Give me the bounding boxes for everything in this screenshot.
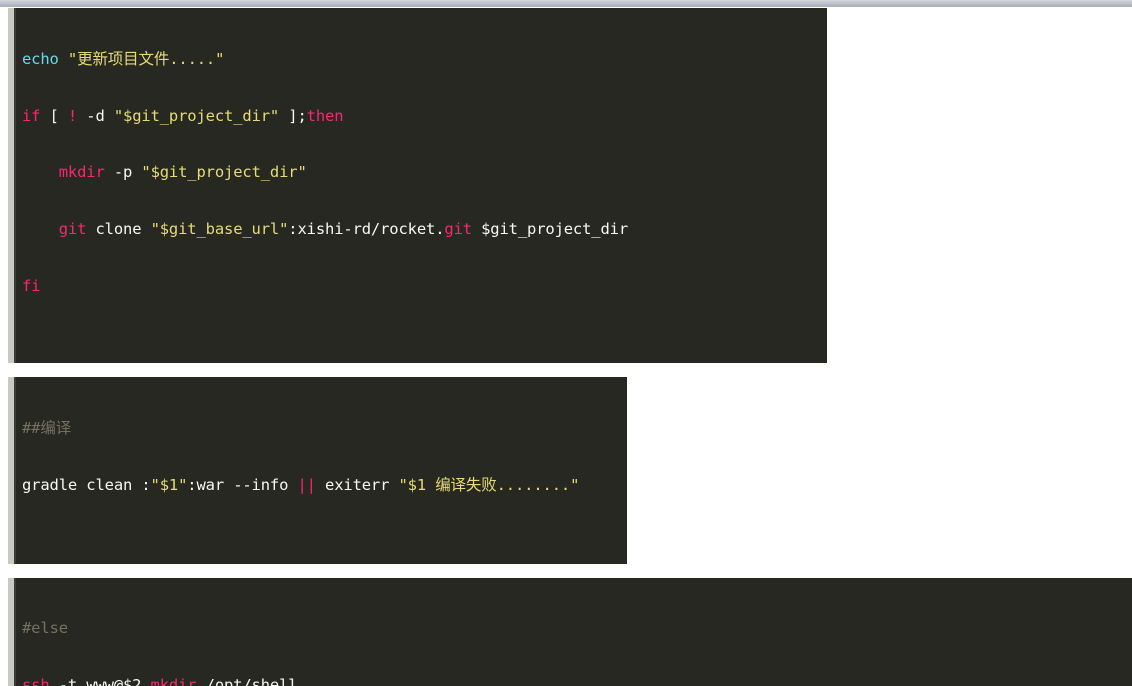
code-block-gradle-build: ##编译 gradle clean :"$1":war --info || ex…	[8, 377, 627, 564]
code-line: mkdir -p "$git_project_dir"	[58, 163, 307, 182]
code-line: ##编译	[22, 419, 72, 437]
code-gutter	[8, 8, 16, 363]
code-content-git-checkout: echo "更新项目文件....." if [ ! -d "$git_proje…	[16, 8, 827, 363]
code-line: #else	[22, 619, 68, 637]
code-gutter	[8, 377, 16, 564]
code-line: ssh -t www@$2 mkdir /opt/shell	[22, 675, 298, 686]
code-gutter	[8, 578, 16, 686]
code-line: echo "更新项目文件....."	[22, 50, 225, 68]
code-content-gradle-build: ##编译 gradle clean :"$1":war --info || ex…	[16, 377, 627, 564]
code-content-rsync-upload: #else ssh -t www@$2 mkdir /opt/shell rsy…	[16, 578, 1132, 686]
code-block-rsync-upload: #else ssh -t www@$2 mkdir /opt/shell rsy…	[8, 578, 1132, 686]
code-block-git-checkout: echo "更新项目文件....." if [ ! -d "$git_proje…	[8, 8, 827, 363]
code-line: if [ ! -d "$git_project_dir" ];then	[22, 106, 344, 125]
code-line: gradle clean :"$1":war --info || exiterr…	[22, 475, 580, 494]
window-top-band	[0, 0, 1132, 7]
code-line: git clone "$git_base_url":xishi-rd/rocke…	[58, 220, 629, 239]
code-line: fi	[22, 276, 41, 295]
